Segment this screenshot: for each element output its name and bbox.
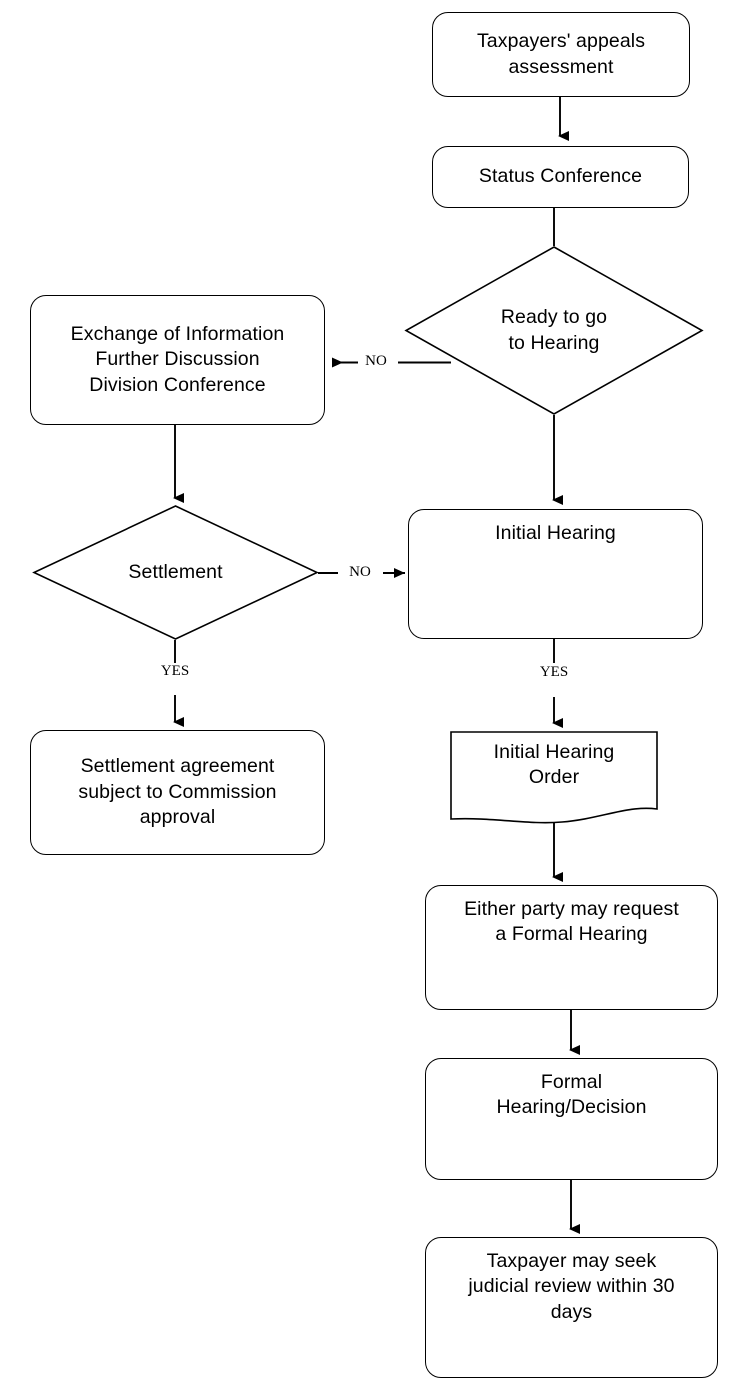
edge-label-settlement-no: NO (349, 564, 371, 580)
node-initial-hearing[interactable]: Initial Hearing (408, 509, 703, 639)
edge-label-settlement-yes: YES (160, 663, 190, 679)
node-initial-hearing-label: Initial Hearing (495, 522, 616, 544)
node-formal-hearing-request-label: Either party may request a Formal Hearin… (464, 898, 679, 946)
node-initial-hearing-order[interactable]: Initial Hearing Order (450, 731, 658, 827)
node-initial-hearing-order-label: Initial Hearing Order (493, 741, 615, 789)
node-formal-hearing-decision-label: Formal Hearing/Decision (496, 1071, 647, 1119)
node-settlement-agreement-label: Settlement agreement subject to Commissi… (78, 755, 277, 829)
connector-layer (173, 97, 580, 1234)
node-judicial-review-label: Taxpayer may seek judicial review within… (468, 1250, 675, 1323)
node-appeals-assessment-label: Taxpayers' appeals assessment (476, 30, 646, 78)
node-settlement-label: Settlement (128, 560, 223, 583)
node-exchange-of-information[interactable]: Exchange of Information Further Discussi… (30, 295, 325, 425)
node-settlement-agreement[interactable]: Settlement agreement subject to Commissi… (30, 730, 325, 855)
node-ready-to-go-decision[interactable]: Ready to go to Hearing (404, 246, 704, 415)
node-settlement-decision[interactable]: Settlement (32, 505, 319, 640)
node-appeals-assessment[interactable]: Taxpayers' appeals assessment (432, 12, 690, 97)
node-status-conference-label: Status Conference (478, 165, 643, 188)
node-exchange-of-information-label: Exchange of Information Further Discussi… (70, 322, 285, 396)
flowchart-canvas: Taxpayers' appeals assessment Status Con… (0, 0, 737, 1393)
node-ready-to-go-label: Ready to go to Hearing (500, 306, 608, 354)
edge-label-ready-no: NO (365, 353, 387, 369)
node-status-conference[interactable]: Status Conference (432, 146, 689, 208)
node-judicial-review[interactable]: Taxpayer may seek judicial review within… (425, 1237, 718, 1378)
node-formal-hearing-decision[interactable]: Formal Hearing/Decision (425, 1058, 718, 1180)
edge-label-initial-hearing-yes: YES (539, 664, 569, 680)
node-formal-hearing-request[interactable]: Either party may request a Formal Hearin… (425, 885, 718, 1010)
